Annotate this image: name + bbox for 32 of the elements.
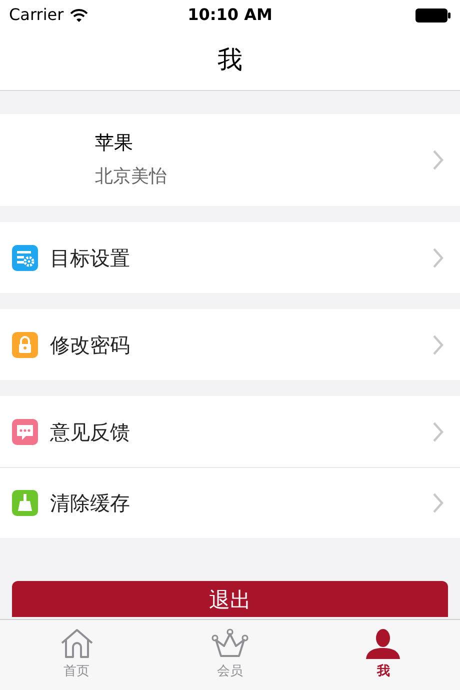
chat-bubble-icon [12,418,38,444]
menu-item[interactable]: 修改密码 [0,309,460,380]
page-title: 我 [218,44,242,76]
menu-item-label: 目标设置 [50,244,131,272]
logout-button[interactable]: 退出 [12,581,448,617]
menu-item[interactable]: 目标设置 [0,222,460,293]
settings-icon [12,244,38,270]
person-icon [365,628,402,660]
status-time: 10:10 AM [188,4,272,26]
menu-item-label: 清除缓存 [50,490,131,517]
chevron-icon [432,492,444,514]
tab-item[interactable]: 我 [306,620,460,690]
chevron-icon [432,246,444,268]
menu-item-label: 意见反馈 [50,418,131,446]
menu-item-label: 修改密码 [50,332,131,358]
profile-subtitle: 北京美怡 [95,166,168,188]
chevron-icon [432,420,444,442]
chevron-icon [432,334,444,356]
profile-card[interactable]: 苹果 北京美怡 [0,114,460,206]
carrier-label: Carrier [9,4,64,26]
battery-icon [415,8,451,22]
chevron-icon [432,149,444,171]
tab-label: 首页 [64,663,90,682]
tab-label: 我 [376,663,390,682]
menu-item[interactable]: 意见反馈 [0,396,460,467]
broom-icon [12,490,38,516]
profile-name: 苹果 [95,132,134,156]
wifi-icon [70,8,88,22]
lock-icon [12,332,38,358]
menu-item[interactable]: 清除缓存 [0,467,460,538]
tab-label: 会员 [216,663,243,682]
home-icon [60,628,94,660]
